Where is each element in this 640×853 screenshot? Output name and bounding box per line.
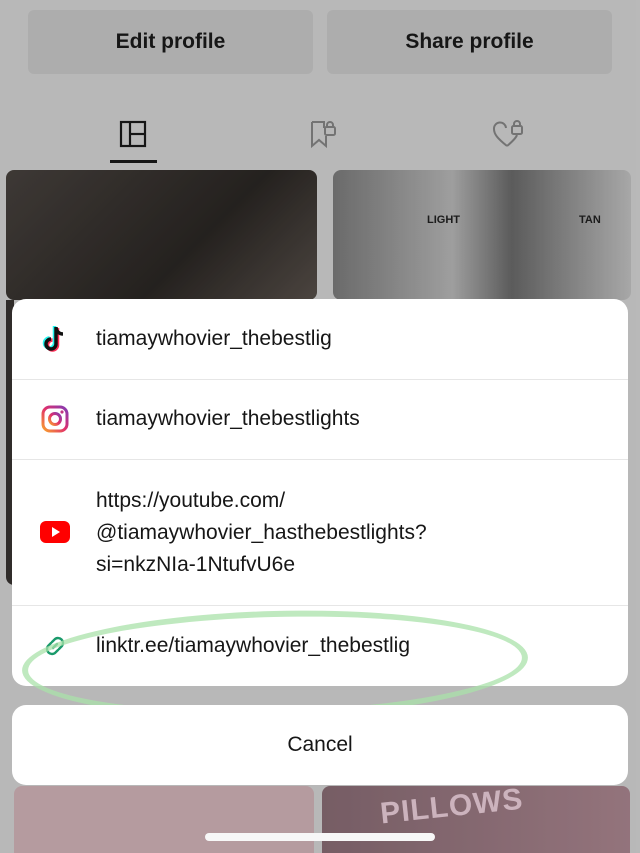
youtube-url-line: https://youtube.com/ (96, 489, 286, 512)
instagram-icon (40, 404, 70, 434)
instagram-handle: tiamaywhovier_thebestlights (96, 407, 360, 430)
link-icon (40, 631, 70, 661)
youtube-icon (40, 517, 70, 547)
tiktok-link-row[interactable]: tiamaywhovier_thebestlig (12, 299, 628, 380)
youtube-link-row[interactable]: https://youtube.com/ @tiamaywhovier_hast… (12, 459, 628, 606)
social-links-sheet: tiamaywhovier_thebestlig tiamaywhovier_t… (12, 299, 628, 686)
youtube-url-line: si=nkzNIa-1NtufvU6e (96, 553, 295, 576)
tiktok-handle: tiamaywhovier_thebestlig (96, 327, 332, 350)
linktree-url: linktr.ee/tiamaywhovier_thebestlig (96, 633, 410, 657)
cancel-button[interactable]: Cancel (12, 705, 628, 785)
youtube-url-line: @tiamaywhovier_hasthebestlights? (96, 521, 427, 544)
tiktok-icon (40, 324, 70, 354)
instagram-link-row[interactable]: tiamaywhovier_thebestlights (12, 379, 628, 460)
home-indicator[interactable] (205, 833, 435, 841)
linktree-link-row[interactable]: linktr.ee/tiamaywhovier_thebestlig (12, 605, 628, 686)
youtube-url: https://youtube.com/ @tiamaywhovier_hast… (96, 485, 608, 581)
